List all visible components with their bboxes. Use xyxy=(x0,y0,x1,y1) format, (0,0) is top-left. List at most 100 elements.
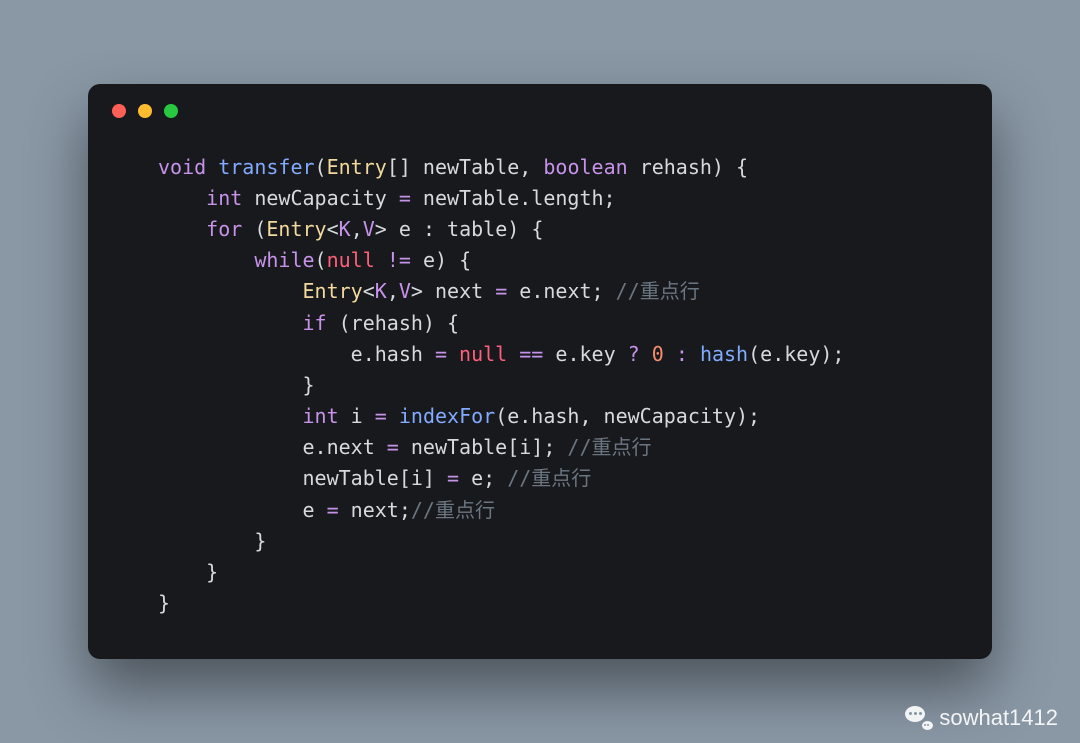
code-token: == xyxy=(519,342,543,366)
code-token: = xyxy=(495,279,507,303)
code-token: < xyxy=(363,279,375,303)
maximize-icon[interactable] xyxy=(164,104,178,118)
code-token: next; xyxy=(339,498,411,522)
code-token: = xyxy=(375,404,387,428)
code-token: K xyxy=(339,217,351,241)
code-line: } xyxy=(158,526,922,557)
code-token: //重点行 xyxy=(507,466,591,490)
code-token: = xyxy=(447,466,459,490)
code-line: Entry<K,V> next = e.next; //重点行 xyxy=(158,276,922,307)
code-token: V xyxy=(363,217,375,241)
code-token: = xyxy=(387,435,399,459)
code-line: } xyxy=(158,588,922,619)
code-token: //重点行 xyxy=(616,279,700,303)
code-token: ( xyxy=(254,217,266,241)
code-token: newCapacity xyxy=(254,186,399,210)
code-token: 0 xyxy=(652,342,664,366)
code-token: Entry xyxy=(303,279,363,303)
code-token: rehash) { xyxy=(640,155,748,179)
code-token: > e : table) { xyxy=(375,217,544,241)
code-token: [] newTable, xyxy=(387,155,544,179)
code-line: int i = indexFor(e.hash, newCapacity); xyxy=(158,401,922,432)
code-token: e; xyxy=(459,466,507,490)
code-token xyxy=(158,248,254,272)
code-token: , xyxy=(387,279,399,303)
code-token xyxy=(158,217,206,241)
code-line: for (Entry<K,V> e : table) { xyxy=(158,214,922,245)
code-token: for xyxy=(206,217,254,241)
code-token: > next xyxy=(411,279,495,303)
code-token: //重点行 xyxy=(567,435,651,459)
code-token xyxy=(158,404,303,428)
close-icon[interactable] xyxy=(112,104,126,118)
code-token: null xyxy=(327,248,375,272)
code-token: ( xyxy=(315,248,327,272)
code-line: } xyxy=(158,557,922,588)
code-line: int newCapacity = newTable.length; xyxy=(158,183,922,214)
code-token: } xyxy=(158,591,170,615)
code-token: e) { xyxy=(411,248,471,272)
code-token xyxy=(158,311,303,335)
stage: void transfer(Entry[] newTable, boolean … xyxy=(0,0,1080,743)
code-token xyxy=(387,404,399,428)
minimize-icon[interactable] xyxy=(138,104,152,118)
code-token: = xyxy=(399,186,411,210)
code-token: if xyxy=(303,311,339,335)
code-token: (rehash) { xyxy=(339,311,459,335)
code-token: null xyxy=(459,342,507,366)
code-token: Entry xyxy=(266,217,326,241)
code-token xyxy=(447,342,459,366)
code-token: void xyxy=(158,155,218,179)
code-token: e.hash xyxy=(158,342,435,366)
code-token: int xyxy=(303,404,351,428)
code-token: = xyxy=(435,342,447,366)
code-token: i xyxy=(351,404,375,428)
code-token: indexFor xyxy=(399,404,495,428)
code-token: e.next; xyxy=(507,279,615,303)
code-token: transfer xyxy=(218,155,314,179)
code-token: K xyxy=(375,279,387,303)
code-token: //重点行 xyxy=(411,498,495,522)
code-line: e = next;//重点行 xyxy=(158,495,922,526)
code-token xyxy=(375,248,387,272)
code-block: void transfer(Entry[] newTable, boolean … xyxy=(88,152,992,620)
window-titlebar xyxy=(88,84,992,152)
code-line: while(null != e) { xyxy=(158,245,922,276)
code-token: = xyxy=(327,498,339,522)
code-token: hash xyxy=(700,342,748,366)
code-token xyxy=(664,342,676,366)
code-line: } xyxy=(158,370,922,401)
code-token: newTable[i]; xyxy=(399,435,568,459)
code-token: != xyxy=(387,248,411,272)
code-token xyxy=(688,342,700,366)
code-token: e.key xyxy=(543,342,627,366)
code-token xyxy=(640,342,652,366)
code-token: ? xyxy=(628,342,640,366)
code-token: < xyxy=(327,217,339,241)
code-line: void transfer(Entry[] newTable, boolean … xyxy=(158,152,922,183)
code-line: newTable[i] = e; //重点行 xyxy=(158,463,922,494)
code-line: if (rehash) { xyxy=(158,308,922,339)
code-token: (e.hash, newCapacity); xyxy=(495,404,760,428)
code-token: , xyxy=(351,217,363,241)
code-token xyxy=(158,279,303,303)
watermark: sowhat1412 xyxy=(905,705,1058,731)
code-token xyxy=(158,186,206,210)
code-line: e.hash = null == e.key ? 0 : hash(e.key)… xyxy=(158,339,922,370)
watermark-text: sowhat1412 xyxy=(939,705,1058,731)
code-token: : xyxy=(676,342,688,366)
code-token: boolean xyxy=(543,155,639,179)
code-token: ( xyxy=(315,155,327,179)
code-line: e.next = newTable[i]; //重点行 xyxy=(158,432,922,463)
code-window: void transfer(Entry[] newTable, boolean … xyxy=(88,84,992,660)
code-token: int xyxy=(206,186,254,210)
code-token: (e.key); xyxy=(748,342,844,366)
wechat-icon xyxy=(905,706,933,730)
code-token: newTable[i] xyxy=(158,466,447,490)
code-token: newTable.length; xyxy=(411,186,616,210)
code-token xyxy=(507,342,519,366)
code-token: } xyxy=(158,560,218,584)
code-token: e.next xyxy=(158,435,387,459)
code-token: } xyxy=(158,373,315,397)
code-token: } xyxy=(158,529,266,553)
